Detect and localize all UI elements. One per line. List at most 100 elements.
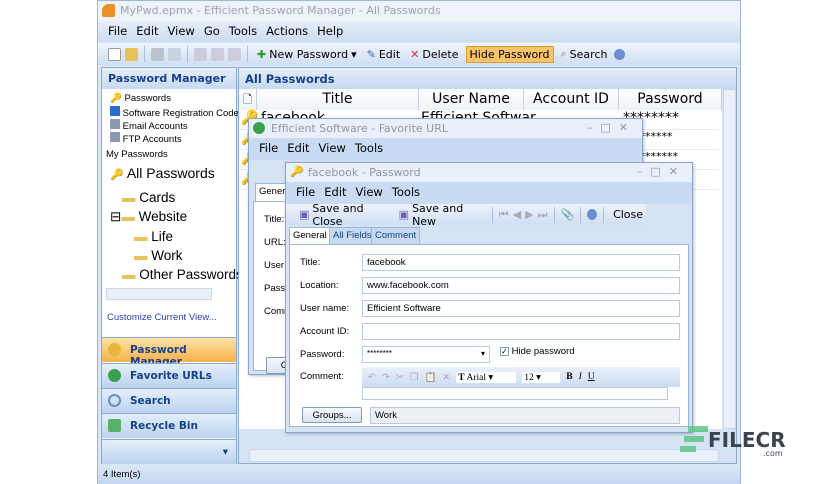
tree-all-passwords[interactable]: 🔑 All Passwords	[110, 165, 215, 181]
column-password[interactable]: Password	[619, 89, 722, 110]
menu-file[interactable]: File	[259, 141, 278, 160]
open-icon[interactable]	[125, 47, 138, 61]
ftp-icon	[110, 132, 120, 142]
sidebar-hscrollbar[interactable]	[106, 288, 212, 300]
column-account-id[interactable]: Account ID	[524, 89, 619, 110]
tree-item-website[interactable]: ⊟▬ Website	[110, 209, 187, 225]
sidebar-header: Password Manager	[102, 68, 236, 89]
menu-edit[interactable]: Edit	[136, 24, 158, 42]
tree-item-work[interactable]: ▬ Work	[134, 248, 183, 263]
help-icon[interactable]	[614, 48, 626, 60]
menu-actions[interactable]: Actions	[266, 24, 308, 42]
dropdown-arrow-icon: ▾	[480, 349, 485, 358]
tab-general[interactable]: General	[289, 227, 331, 245]
customize-view-link[interactable]: Customize Current View...	[107, 312, 217, 323]
menu-tools[interactable]: Tools	[355, 141, 383, 160]
globe-icon	[253, 122, 265, 134]
font-select[interactable]: T Arial ▾	[456, 371, 517, 383]
clear-icon: ✕	[442, 372, 451, 383]
menu-file[interactable]: File	[108, 24, 127, 42]
nav-recycle-bin[interactable]: Recycle Bin	[102, 413, 236, 438]
menu-view[interactable]: View	[168, 24, 195, 42]
save-and-new-button[interactable]: ▣ Save and New	[396, 201, 486, 229]
folder-icon: ▬	[134, 248, 148, 263]
close-button[interactable]: Close	[610, 207, 646, 222]
tab-comment[interactable]: Comment	[371, 227, 421, 244]
horizontal-scrollbar[interactable]	[249, 449, 719, 462]
category-software-registration[interactable]: Software Registration Code:	[110, 106, 241, 119]
underline-button[interactable]: U	[588, 372, 595, 382]
new-file-icon[interactable]	[108, 47, 121, 61]
cut-icon: ✂	[395, 372, 404, 383]
user-name-field[interactable]: Efficient Software	[362, 300, 680, 317]
groups-field: Work	[370, 407, 680, 424]
column-title[interactable]: Title	[257, 89, 419, 110]
menu-go[interactable]: Go	[204, 24, 220, 42]
search-button[interactable]: ⌕ Search	[558, 46, 611, 62]
plus-icon: ✚	[257, 47, 267, 61]
menu-help[interactable]: Help	[317, 24, 343, 42]
nav-password-manager[interactable]: Password Manager	[102, 337, 236, 368]
tree-item-other-passwords[interactable]: ▬ Other Passwords	[122, 267, 243, 282]
password-field[interactable]: ******** ▾	[362, 346, 490, 363]
nav-search[interactable]: Search	[102, 388, 236, 413]
next-record-icon[interactable]: ▶	[525, 208, 533, 221]
account-id-field[interactable]	[362, 323, 680, 340]
search-icon: ⌕	[560, 47, 567, 60]
tree-item-life[interactable]: ▬ Life	[134, 229, 173, 244]
save-icon: ▣	[299, 208, 310, 221]
tab-all-fields[interactable]: All Fields	[329, 227, 376, 244]
delete-button[interactable]: ✕ Delete	[407, 47, 461, 62]
first-record-icon[interactable]: ⏮	[499, 208, 509, 222]
help-icon[interactable]	[587, 209, 598, 220]
last-record-icon[interactable]: ⏭	[538, 208, 548, 222]
new-password-button[interactable]: ✚ New Password ▾	[254, 47, 360, 62]
window-controls[interactable]: –□✕	[587, 121, 636, 134]
hide-password-checkbox[interactable]: ✓ Hide password	[500, 346, 574, 357]
title-field[interactable]: facebook	[362, 254, 680, 271]
pencil-icon: ✎	[366, 47, 376, 61]
comment-field[interactable]	[362, 387, 668, 400]
folder-icon: ▬	[121, 209, 135, 224]
previous-record-icon[interactable]: ◀	[513, 208, 521, 221]
paste-icon: 📋	[424, 372, 437, 383]
window-controls[interactable]: –□✕	[637, 165, 686, 178]
column-user-name[interactable]: User Name	[419, 89, 524, 110]
groups-button[interactable]: Groups...	[302, 407, 362, 423]
category-ftp[interactable]: FTP Accounts	[110, 132, 182, 145]
folder-icon: ▬	[134, 229, 148, 244]
recycle-bin-icon	[108, 419, 121, 432]
copy-icon[interactable]	[211, 47, 224, 61]
key-icon: 🔑	[110, 169, 124, 181]
key-icon	[108, 343, 121, 356]
edit-button[interactable]: ✎ Edit	[364, 47, 404, 62]
vertical-scrollbar[interactable]	[723, 89, 736, 429]
filecr-watermark-logo: FILECR .com	[680, 424, 798, 460]
menu-edit[interactable]: Edit	[287, 141, 309, 160]
location-field[interactable]: www.facebook.com	[362, 277, 680, 294]
menu-tools[interactable]: Tools	[229, 24, 257, 42]
globe-icon	[108, 369, 121, 382]
software-icon	[110, 106, 120, 116]
category-email[interactable]: Email Accounts	[110, 119, 188, 132]
menu-view[interactable]: View	[319, 141, 346, 160]
app-key-icon	[102, 4, 115, 17]
nav-favorite-urls[interactable]: Favorite URLs	[102, 363, 236, 388]
size-select[interactable]: 12 ▾	[522, 371, 561, 383]
hide-password-button[interactable]: Hide Password	[465, 45, 554, 63]
attachment-icon[interactable]: 📎	[560, 208, 574, 221]
cut-icon[interactable]	[194, 47, 207, 61]
sidebar: Password Manager 🔑 Passwords Software Re…	[101, 67, 243, 464]
save-and-close-button[interactable]: ▣ Save and Close	[296, 201, 392, 229]
window-title: MyPwd.epmx - Efficient Password Manager …	[120, 4, 441, 17]
nav-more-button[interactable]: ▾	[102, 439, 236, 464]
folder-icon: ▬	[122, 267, 136, 282]
italic-button[interactable]: I	[579, 372, 582, 382]
tree-item-cards[interactable]: ▬ Cards	[122, 190, 175, 205]
general-pane: Title: facebook Location: www.facebook.c…	[289, 244, 689, 427]
bold-button[interactable]: B	[566, 372, 572, 382]
preview-icon[interactable]	[168, 47, 181, 61]
print-icon[interactable]	[151, 47, 164, 61]
category-passwords[interactable]: 🔑 Passwords	[110, 93, 171, 104]
paste-icon[interactable]	[228, 47, 241, 61]
